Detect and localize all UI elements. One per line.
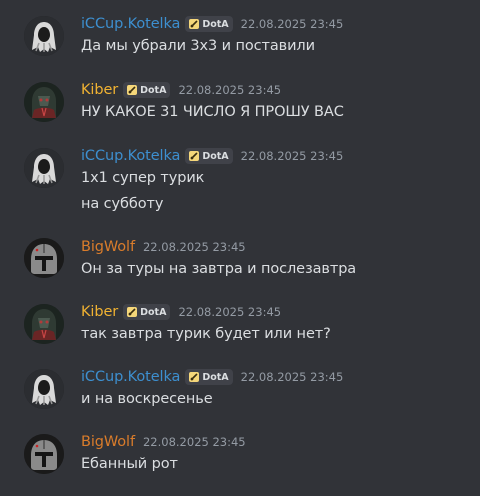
clan-tag[interactable]: DotA [185,16,233,32]
avatar[interactable] [24,434,64,474]
clan-tag-label: DotA [140,306,167,318]
avatar[interactable] [24,82,64,122]
username[interactable]: BigWolf [81,432,135,452]
username[interactable]: iCCup.Kotelka [81,146,180,166]
chat-message-list: iCCup.Kotelka DotA 22.08.2025 23:45 Да м… [0,0,480,496]
message-text: НУ КАКОЕ 31 ЧИСЛО Я ПРОШУ ВАС [81,104,344,120]
hooded-figure-avatar-icon [24,16,64,56]
avatar[interactable] [24,148,64,188]
avatar[interactable] [24,304,64,344]
avatar[interactable] [24,369,64,409]
message-text: 1х1 супер турик [81,170,205,186]
sword-icon [127,307,138,317]
dark-knight-avatar-icon [24,304,64,344]
message-header: BigWolf 22.08.2025 23:45 [81,432,246,452]
sword-icon [189,372,200,382]
message-header: iCCup.Kotelka DotA 22.08.2025 23:45 [81,367,343,387]
avatar[interactable] [24,238,64,278]
message-header: Kiber DotA 22.08.2025 23:45 [81,302,281,322]
timestamp[interactable]: 22.08.2025 23:45 [241,146,344,166]
message-header: BigWolf 22.08.2025 23:45 [81,237,246,257]
clan-tag[interactable]: DotA [185,148,233,164]
message-header: Kiber DotA 22.08.2025 23:45 [81,80,281,100]
helmet-avatar-icon [24,238,64,278]
message-header: iCCup.Kotelka DotA 22.08.2025 23:45 [81,14,343,34]
sword-icon [189,19,200,29]
timestamp[interactable]: 22.08.2025 23:45 [178,302,281,322]
avatar[interactable] [24,16,64,56]
clan-tag[interactable]: DotA [123,82,171,98]
clan-tag[interactable]: DotA [185,369,233,385]
message-text: так завтра турик будет или нет? [81,326,331,342]
message-text: Да мы убрали 3х3 и поставили [81,38,315,54]
clan-tag[interactable]: DotA [123,304,171,320]
username[interactable]: iCCup.Kotelka [81,367,180,387]
timestamp[interactable]: 22.08.2025 23:45 [241,367,344,387]
helmet-avatar-icon [24,434,64,474]
sword-icon [189,151,200,161]
username[interactable]: Kiber [81,302,118,322]
username[interactable]: BigWolf [81,237,135,257]
clan-tag-label: DotA [202,371,229,383]
username[interactable]: Kiber [81,80,118,100]
clan-tag-label: DotA [202,18,229,30]
hooded-figure-avatar-icon [24,148,64,188]
clan-tag-label: DotA [202,150,229,162]
message-text: Ебанный рот [81,456,178,472]
timestamp[interactable]: 22.08.2025 23:45 [143,237,246,257]
message-text: и на воскресенье [81,391,213,407]
sword-icon [127,85,138,95]
message-text: на субботу [81,196,164,212]
clan-tag-label: DotA [140,84,167,96]
message-text: Он за туры на завтра и послезавтра [81,261,357,277]
timestamp[interactable]: 22.08.2025 23:45 [143,432,246,452]
message-header: iCCup.Kotelka DotA 22.08.2025 23:45 [81,146,343,166]
timestamp[interactable]: 22.08.2025 23:45 [178,80,281,100]
username[interactable]: iCCup.Kotelka [81,14,180,34]
dark-knight-avatar-icon [24,82,64,122]
hooded-figure-avatar-icon [24,369,64,409]
timestamp[interactable]: 22.08.2025 23:45 [241,14,344,34]
